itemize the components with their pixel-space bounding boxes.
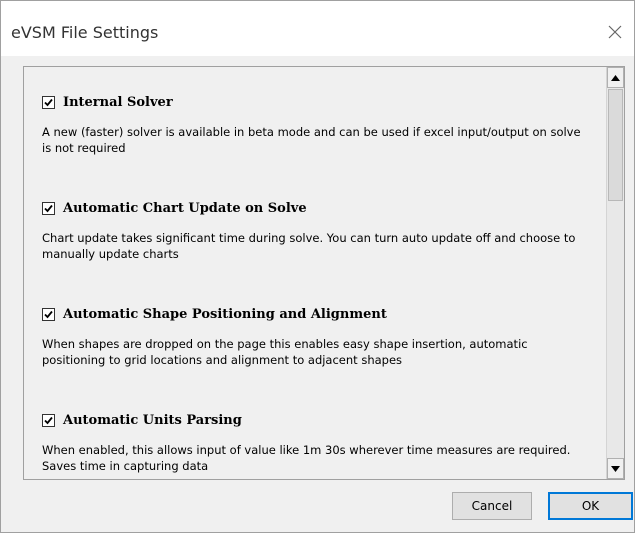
vertical-scrollbar[interactable] [606, 67, 624, 479]
checkmark-icon [44, 204, 53, 212]
setting-checkbox-row[interactable]: Internal Solver [42, 94, 173, 110]
checkbox-auto-shape-positioning[interactable] [42, 307, 55, 321]
setting-label[interactable]: Automatic Chart Update on Solve [63, 201, 307, 216]
checkmark-icon [44, 310, 53, 318]
setting-label[interactable]: Automatic Units Parsing [63, 413, 242, 428]
scroll-up-arrow-icon [611, 74, 620, 81]
cancel-button[interactable]: Cancel [452, 492, 532, 520]
setting-description: A new (faster) solver is available in be… [42, 125, 581, 155]
checkmark-icon [44, 416, 53, 424]
setting-description: When enabled, this allows input of value… [42, 443, 571, 473]
ok-button[interactable]: OK [548, 492, 633, 520]
close-x-icon [608, 25, 622, 39]
scroll-down-arrow-icon [611, 465, 620, 472]
setting-description: When shapes are dropped on the page this… [42, 337, 528, 367]
dialog-title: eVSM File Settings [11, 23, 159, 42]
setting-checkbox-row[interactable]: Automatic Units Parsing [42, 412, 242, 428]
setting-label[interactable]: Internal Solver [63, 95, 173, 110]
scroll-up-button[interactable] [607, 67, 624, 88]
checkbox-auto-units-parsing[interactable] [42, 413, 55, 427]
setting-checkbox-row[interactable]: Automatic Shape Positioning and Alignmen… [42, 306, 387, 322]
checkbox-internal-solver[interactable] [42, 95, 55, 109]
scroll-down-button[interactable] [607, 458, 624, 479]
checkmark-icon [44, 98, 53, 106]
settings-list: Internal Solver A new (faster) solver is… [24, 67, 605, 479]
close-button[interactable] [596, 13, 634, 51]
setting-description: Chart update takes significant time duri… [42, 231, 576, 261]
setting-label[interactable]: Automatic Shape Positioning and Alignmen… [63, 307, 387, 322]
title-bar: eVSM File Settings [1, 1, 634, 56]
settings-panel: Internal Solver A new (faster) solver is… [23, 66, 625, 480]
setting-checkbox-row[interactable]: Automatic Chart Update on Solve [42, 200, 307, 216]
scroll-thumb[interactable] [608, 89, 623, 201]
checkbox-auto-chart-update[interactable] [42, 201, 55, 215]
file-settings-dialog: eVSM File Settings Internal Solver A new… [0, 0, 635, 533]
